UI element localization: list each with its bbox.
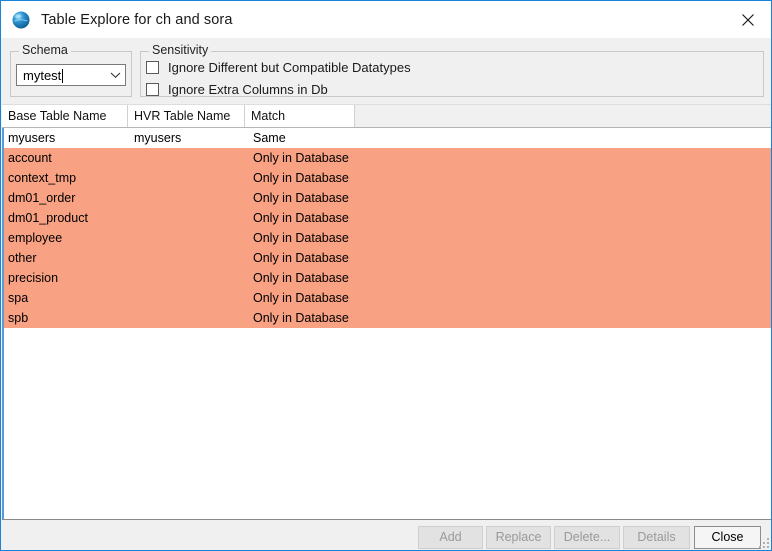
table-cell: Only in Database (253, 251, 349, 265)
resize-grip-icon[interactable] (757, 536, 769, 548)
column-header-match[interactable]: Match (245, 105, 355, 127)
table-cell: account (8, 151, 52, 165)
details-button[interactable]: Details (623, 526, 690, 549)
close-icon[interactable] (725, 2, 771, 38)
table-cell: Only in Database (253, 231, 349, 245)
table-cell: Only in Database (253, 211, 349, 225)
table-cell: Only in Database (253, 151, 349, 165)
column-header-base-table-name[interactable]: Base Table Name (2, 105, 128, 127)
table-cell: Only in Database (253, 171, 349, 185)
sphere-icon (11, 10, 31, 30)
table-cell: myusers (134, 131, 182, 145)
table-row[interactable]: dm01_product Only in Database (4, 208, 771, 228)
checkbox-label: Ignore Different but Compatible Datatype… (168, 60, 411, 75)
checkbox-ignore-extra-columns[interactable]: Ignore Extra Columns in Db (146, 82, 328, 97)
table-row[interactable]: context_tmp Only in Database (4, 168, 771, 188)
options-area: Schema mytest Sensitivity Ignore Differe… (2, 38, 771, 104)
tables-list-panel: Base Table Name HVR Table Name Match myu… (2, 104, 771, 519)
table-row[interactable]: spa Only in Database (4, 288, 771, 308)
checkbox-ignore-compatible-datatypes[interactable]: Ignore Different but Compatible Datatype… (146, 60, 411, 75)
table-cell: Same (253, 131, 286, 145)
table-cell: myusers (8, 131, 56, 145)
table-cell: precision (8, 271, 59, 285)
table-row[interactable]: myusers myusers Same (4, 128, 771, 148)
checkbox-icon[interactable] (146, 61, 159, 74)
table-cell: context_tmp (8, 171, 77, 185)
schema-combobox[interactable]: mytest (16, 64, 126, 86)
table-cell: Only in Database (253, 291, 349, 305)
titlebar: Table Explore for ch and sora (1, 1, 771, 38)
table-cell: Only in Database (253, 311, 349, 325)
schema-combobox-value: mytest (17, 68, 105, 83)
sensitivity-group: Sensitivity Ignore Different but Compati… (140, 43, 764, 97)
close-button[interactable]: Close (694, 526, 761, 549)
delete-button[interactable]: Delete... (554, 526, 620, 549)
table-cell: Only in Database (253, 191, 349, 205)
table-row[interactable]: dm01_order Only in Database (4, 188, 771, 208)
window-title: Table Explore for ch and sora (41, 11, 233, 28)
schema-group-legend: Schema (19, 43, 71, 57)
table-cell: spa (8, 291, 29, 305)
table-cell: employee (8, 231, 63, 245)
column-header-filler (355, 105, 771, 127)
column-header-hvr-table-name[interactable]: HVR Table Name (128, 105, 245, 127)
table-row[interactable]: account Only in Database (4, 148, 771, 168)
chevron-down-icon[interactable] (105, 71, 125, 79)
checkbox-icon[interactable] (146, 83, 159, 96)
dialog-button-bar: Add Replace Delete... Details Close (2, 519, 771, 550)
table-cell: dm01_order (8, 191, 76, 205)
checkbox-label: Ignore Extra Columns in Db (168, 82, 328, 97)
replace-button[interactable]: Replace (486, 526, 551, 549)
table-row[interactable]: other Only in Database (4, 248, 771, 268)
schema-group: Schema mytest (10, 43, 132, 97)
sensitivity-group-legend: Sensitivity (149, 43, 212, 57)
table-row[interactable]: spb Only in Database (4, 308, 771, 328)
table-row[interactable]: precision Only in Database (4, 268, 771, 288)
table-cell: spb (8, 311, 29, 325)
table-explore-dialog: Table Explore for ch and sora Schema myt… (0, 0, 772, 551)
table-cell: dm01_product (8, 211, 88, 225)
table-cell: other (8, 251, 37, 265)
table-header-row: Base Table Name HVR Table Name Match (2, 105, 771, 128)
table-body: myusers myusers Same account Only in Databas… (2, 128, 771, 519)
table-row[interactable]: employee Only in Database (4, 228, 771, 248)
table-cell: Only in Database (253, 271, 349, 285)
add-button[interactable]: Add (418, 526, 483, 549)
